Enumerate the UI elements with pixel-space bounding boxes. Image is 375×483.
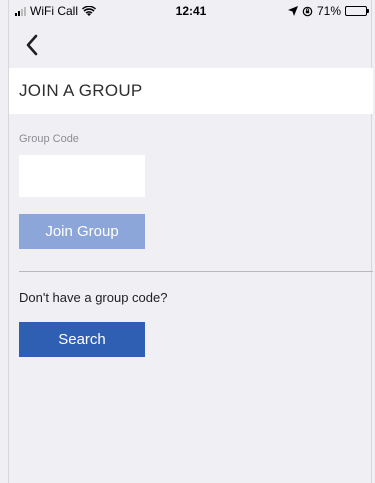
chevron-left-icon bbox=[26, 34, 38, 56]
battery-icon bbox=[345, 6, 369, 16]
back-button[interactable] bbox=[17, 30, 47, 60]
location-arrow-icon bbox=[287, 6, 298, 16]
group-code-label: Group Code bbox=[19, 133, 79, 145]
app-screen: WiFi Call 12:41 71% JOIN A GROUP Group C… bbox=[8, 0, 373, 483]
divider bbox=[19, 271, 373, 272]
page-title: JOIN A GROUP bbox=[19, 81, 143, 100]
status-right: 71% bbox=[287, 4, 369, 18]
join-group-button[interactable]: Join Group bbox=[19, 214, 145, 249]
page-header: JOIN A GROUP bbox=[9, 68, 373, 114]
group-code-input[interactable] bbox=[19, 155, 145, 197]
battery-percent: 71% bbox=[316, 4, 341, 18]
status-bar: WiFi Call 12:41 71% bbox=[9, 0, 373, 22]
no-group-code-prompt: Don't have a group code? bbox=[19, 290, 168, 305]
search-button[interactable]: Search bbox=[19, 322, 145, 357]
orientation-lock-icon bbox=[302, 6, 313, 16]
